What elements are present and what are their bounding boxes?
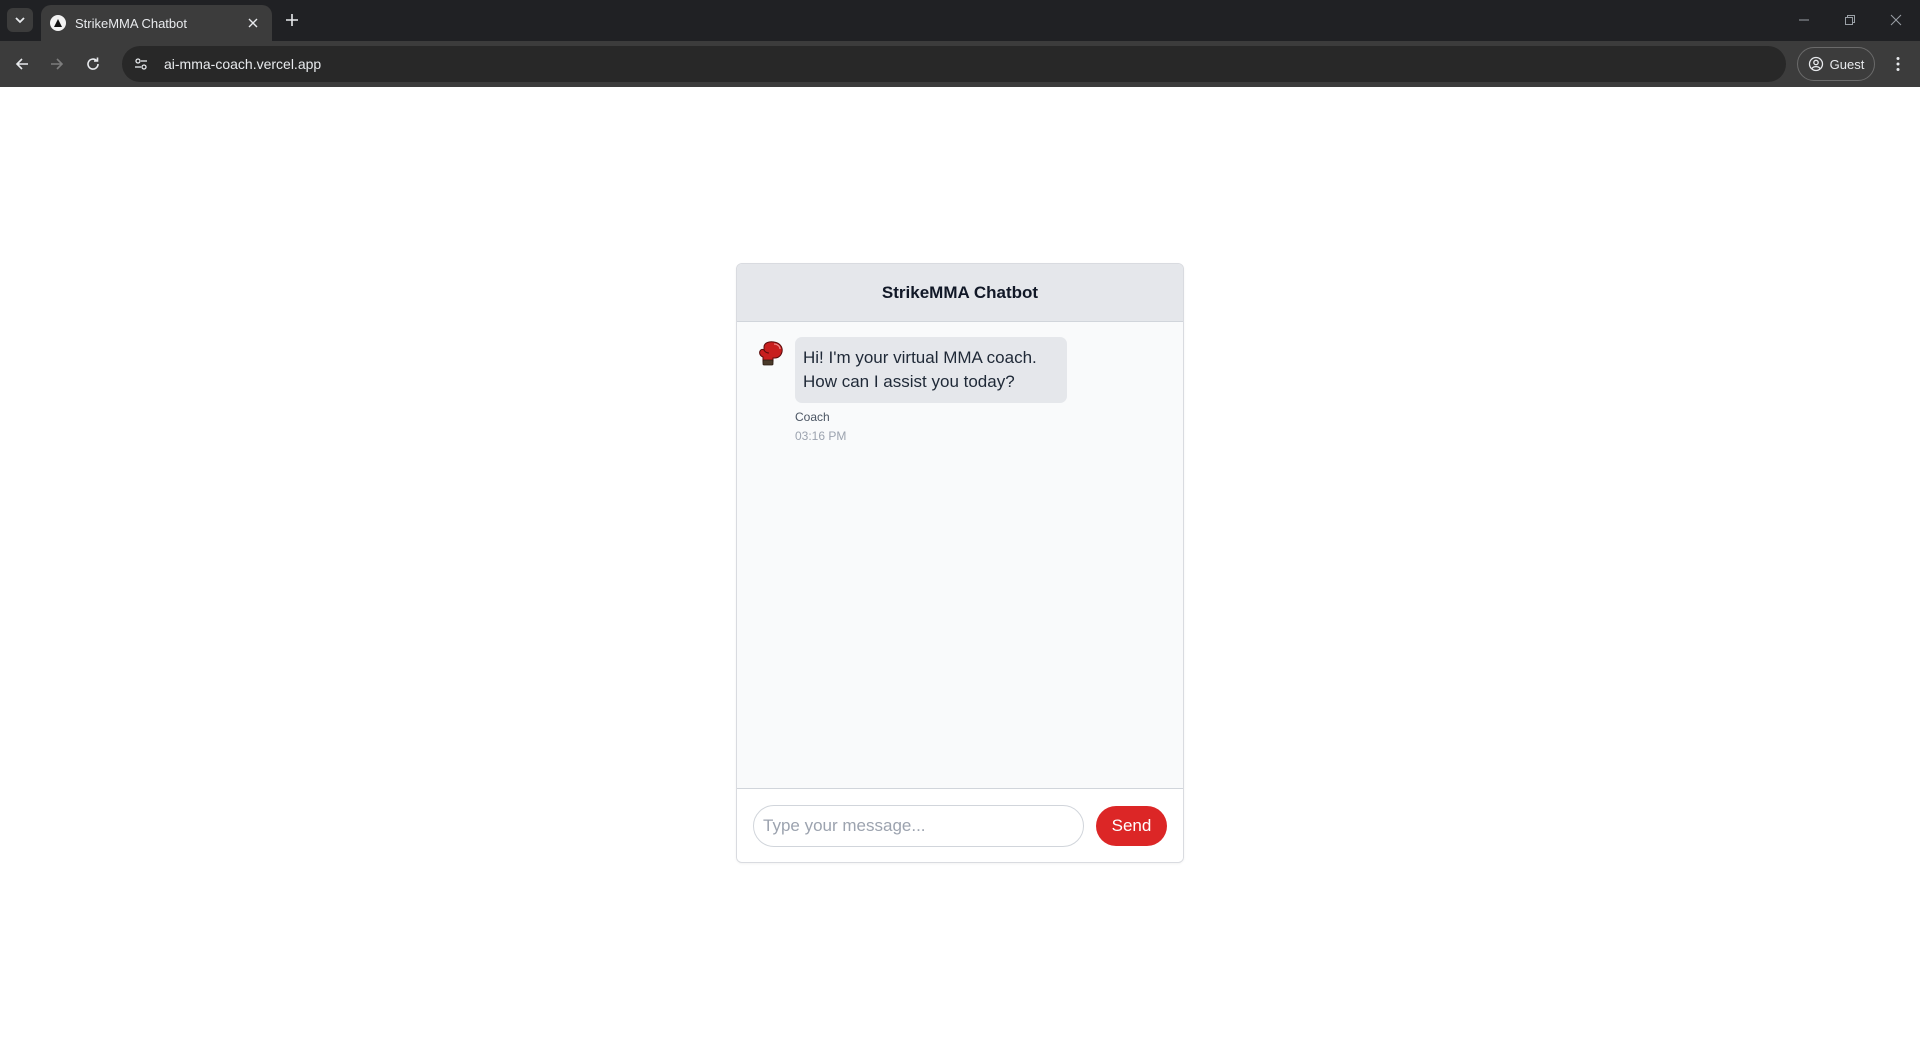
browser-tab-active[interactable]: StrikeMMA Chatbot (41, 5, 272, 41)
browser-tabstrip: StrikeMMA Chatbot (0, 0, 1920, 41)
message-item: Hi! I'm your virtual MMA coach. How can … (755, 337, 1067, 443)
address-bar[interactable]: ai-mma-coach.vercel.app (122, 46, 1786, 82)
arrow-right-icon (51, 58, 64, 70)
profile-label: Guest (1829, 56, 1865, 72)
user-circle-icon (1808, 56, 1823, 72)
site-info-icon[interactable] (126, 49, 156, 79)
chat-window: StrikeMMA Chatbot Hi! I'm your virtual M… (736, 263, 1184, 863)
window-close-icon (1890, 14, 1902, 26)
message-time: 03:16 PM (795, 429, 847, 443)
browser-menu-button[interactable] (1882, 48, 1914, 80)
triangle-logo-icon (50, 15, 66, 31)
chat-title: StrikeMMA Chatbot (737, 264, 1183, 322)
url-text: ai-mma-coach.vercel.app (164, 56, 322, 72)
back-button[interactable] (6, 48, 38, 80)
message-bubble: Hi! I'm your virtual MMA coach. How can … (795, 337, 1067, 403)
restore-icon (1845, 15, 1855, 25)
message-input[interactable] (753, 804, 1084, 847)
chevron-down-icon (15, 17, 25, 24)
boxing-glove-icon (759, 341, 783, 366)
window-close-button[interactable] (1881, 6, 1911, 34)
new-tab-button[interactable] (280, 8, 304, 32)
minimize-icon (1799, 19, 1809, 21)
reload-icon (87, 57, 99, 70)
arrow-left-icon (15, 58, 28, 70)
tab-search-button[interactable] (7, 8, 33, 32)
reload-button[interactable] (77, 48, 109, 80)
send-button[interactable]: Send (1096, 805, 1167, 846)
plus-icon (286, 14, 298, 26)
restore-button[interactable] (1835, 6, 1865, 34)
browser-toolbar: ai-mma-coach.vercel.app Guest (0, 41, 1920, 87)
message-composer: Send (737, 788, 1183, 862)
close-icon[interactable] (244, 14, 262, 32)
more-vertical-icon (1896, 57, 1900, 71)
message-list[interactable]: Hi! I'm your virtual MMA coach. How can … (737, 322, 1183, 790)
profile-button[interactable]: Guest (1797, 47, 1875, 81)
tab-title: StrikeMMA Chatbot (75, 15, 187, 31)
message-sender: Coach (795, 410, 830, 424)
forward-button[interactable] (41, 48, 73, 80)
message-content: Hi! I'm your virtual MMA coach. How can … (795, 337, 1067, 443)
page-viewport: StrikeMMA Chatbot Hi! I'm your virtual M… (0, 87, 1920, 1040)
minimize-button[interactable] (1789, 6, 1819, 34)
